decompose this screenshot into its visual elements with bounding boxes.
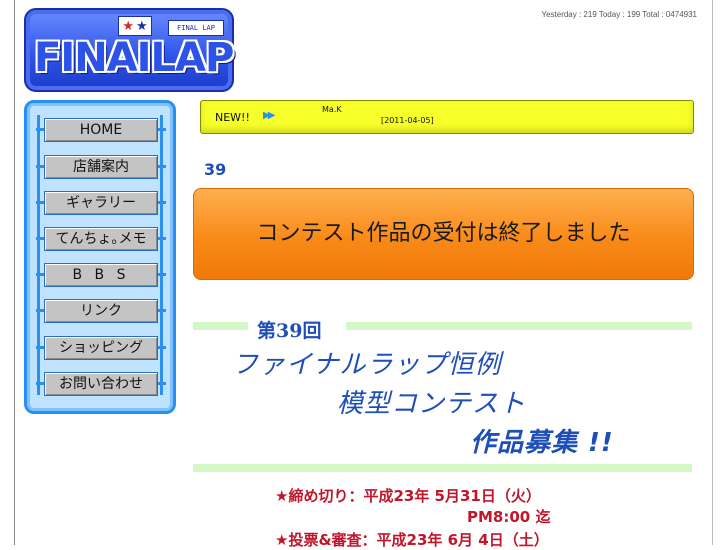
deadline-date: ★締め切り：平成23年 5月31日（火）: [275, 487, 541, 505]
sidebar-item-label: ギャラリー: [66, 195, 136, 211]
divider-top-right: [346, 322, 692, 330]
sidebar-item-label: お問い合わせ: [59, 376, 143, 392]
sidebar-item-label: HOME: [79, 122, 123, 138]
sidebar-item-label: ショッピング: [59, 340, 143, 356]
divider-top-left: [193, 322, 248, 330]
contest-title-line-1: ファイナルラップ恒例: [232, 350, 502, 380]
blue-star-icon: ★: [136, 18, 148, 34]
deadline-time: PM8:00 迄: [467, 508, 551, 526]
contest-number: 39: [204, 160, 227, 179]
contest-round: 第39回: [257, 320, 322, 342]
sidebar-item-label: てんちょ｡メモ: [55, 231, 147, 247]
sidebar-item-manager-memo[interactable]: てんちょ｡メモ: [36, 227, 166, 251]
news-ticker[interactable]: NEW!! ▶▶ Ma.K [2011-04-05]: [200, 100, 694, 134]
sidebar-item-links[interactable]: リンク: [36, 299, 166, 323]
red-star-icon: ★: [122, 18, 134, 34]
site-logo[interactable]: ★ ★ FINAL LAP FINAILAP: [24, 8, 234, 92]
sidebar-item-gallery[interactable]: ギャラリー: [36, 191, 166, 215]
logo-wordmark: FINAILAP: [34, 35, 234, 81]
sprue-rail-right: [160, 115, 163, 395]
page-border-right: [712, 0, 713, 545]
contest-title-line-3: 作品募集 !!: [470, 428, 614, 458]
entries-closed-banner[interactable]: コンテスト作品の受付は終了しました: [193, 188, 694, 280]
divider-bottom: [193, 464, 692, 472]
sidebar-item-contact[interactable]: お問い合わせ: [36, 372, 166, 396]
news-date: [2011-04-05]: [381, 116, 434, 125]
sidebar-item-label: 店舗案内: [73, 159, 129, 175]
sidebar-item-shopping[interactable]: ショッピング: [36, 336, 166, 360]
sidebar-item-label: B B S: [72, 267, 130, 283]
contest-title-line-2: 模型コンテスト: [337, 389, 527, 419]
double-arrow-icon: ▶▶: [263, 110, 276, 121]
sidebar-item-label: リンク: [80, 303, 122, 319]
sidebar-item-home[interactable]: HOME: [36, 118, 166, 142]
sidebar-menu: HOME 店舗案内 ギャラリー てんちょ｡メモ B B S リンク ショッピング…: [24, 100, 176, 414]
sidebar-item-bbs[interactable]: B B S: [36, 263, 166, 287]
page-border-left: [14, 0, 15, 545]
sprue-rail-left: [37, 115, 40, 395]
sidebar-item-store-info[interactable]: 店舗案内: [36, 155, 166, 179]
judging-date: ★投票&審査：平成23年 6月 4日（土）: [275, 531, 549, 549]
new-badge: NEW!!: [215, 111, 250, 124]
access-counter: Yesterday : 219 Today : 199 Total : 0474…: [541, 10, 697, 19]
news-author: Ma.K: [322, 105, 342, 114]
